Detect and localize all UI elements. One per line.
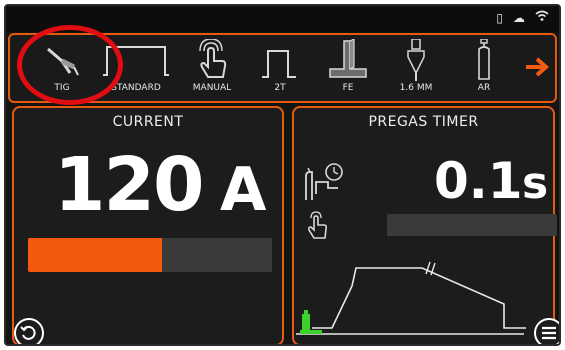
mode-tig-button[interactable]: TIG: [32, 39, 92, 101]
cloud-sync-icon: ☁: [513, 11, 525, 25]
menu-button[interactable]: [534, 318, 559, 344]
reset-button[interactable]: [14, 318, 44, 344]
pregas-value: 0.1: [434, 152, 523, 210]
status-icons: ▯ ☁: [496, 10, 549, 26]
mode-gas-label: AR: [477, 83, 491, 93]
pregas-title: PREGAS TIMER: [368, 114, 479, 130]
welding-cycle-graph: [296, 261, 526, 335]
gas-flow-icon: [302, 314, 310, 330]
gas-bottle-icon: [478, 39, 490, 80]
touch-adjust-icon[interactable]: [304, 208, 332, 240]
mode-fe-label: FE: [342, 83, 354, 93]
current-unit: A: [220, 155, 267, 225]
hand-touch-icon: [199, 39, 227, 78]
current-panel[interactable]: CURRENT 120 A: [12, 106, 284, 344]
gas-timer-icon: [305, 163, 343, 200]
mode-manual-button[interactable]: MANUAL: [182, 39, 242, 101]
mode-fe-button[interactable]: FE: [318, 39, 378, 101]
trigger-2t-icon: [262, 50, 296, 78]
welder-screen: ▯ ☁ TIG STANDARD MANUAL 2T FE 1.6 MM AR …: [4, 4, 561, 346]
reset-icon: [20, 325, 36, 340]
wifi-icon: [535, 10, 549, 26]
pregas-panel[interactable]: PREGAS TIMER 0.1 s: [292, 106, 557, 344]
mode-electrode-label: 1.6 MM: [399, 83, 433, 93]
pregas-level-bar[interactable]: [387, 214, 557, 236]
current-value: 120: [54, 142, 204, 228]
mode-standard-label: STANDARD: [111, 83, 161, 93]
mode-manual-label: MANUAL: [192, 83, 232, 93]
menu-icon: [542, 326, 556, 340]
mode-tig-label: TIG: [54, 83, 70, 93]
current-level-fill: [28, 238, 163, 272]
standard-waveform-icon: [103, 46, 169, 76]
pregas-unit: s: [522, 158, 549, 209]
status-bar: ▯ ☁: [6, 6, 559, 32]
mode-toolbar: TIG STANDARD MANUAL 2T FE 1.6 MM AR: [8, 33, 557, 103]
electrode-icon: [407, 39, 425, 81]
current-level-bar[interactable]: [28, 238, 272, 272]
current-title: CURRENT: [112, 114, 184, 130]
mode-2t-label: 2T: [274, 83, 286, 93]
steel-profile-icon: [329, 39, 367, 78]
tig-torch-icon: [47, 47, 79, 76]
mode-gas-button[interactable]: AR: [454, 39, 514, 101]
next-arrow-icon[interactable]: [523, 53, 551, 81]
mode-2t-button[interactable]: 2T: [250, 39, 310, 101]
storage-icon: ▯: [496, 11, 503, 25]
mode-standard-button[interactable]: STANDARD: [98, 39, 174, 101]
mode-electrode-button[interactable]: 1.6 MM: [386, 39, 446, 101]
